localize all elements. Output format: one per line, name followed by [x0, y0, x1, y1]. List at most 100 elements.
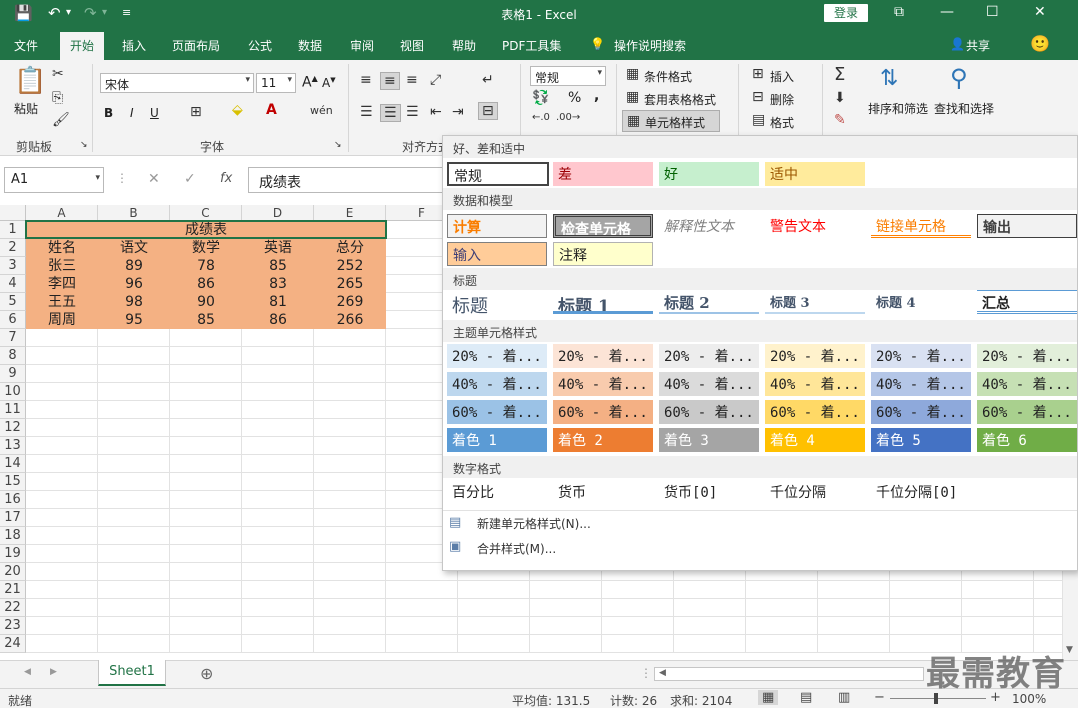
row-header[interactable]: 21	[0, 581, 26, 599]
style-comma-0[interactable]: 千位分隔[0]	[871, 480, 981, 504]
conditional-format-button[interactable]: 条件格式	[644, 68, 692, 85]
style-accent-4[interactable]: 着色 4	[765, 428, 865, 452]
style-comma[interactable]: 千位分隔	[765, 480, 865, 504]
style-60-accent-2[interactable]: 60% - 着...	[553, 400, 653, 424]
row-header[interactable]: 18	[0, 527, 26, 545]
style-20-accent-3[interactable]: 20% - 着...	[659, 344, 759, 368]
style-accent-5[interactable]: 着色 5	[871, 428, 971, 452]
percent-button[interactable]: %	[568, 90, 581, 106]
header-cell[interactable]: 数学	[170, 239, 242, 257]
phonetic-icon[interactable]: wén	[310, 104, 333, 117]
row-header[interactable]: 14	[0, 455, 26, 473]
horizontal-scrollbar[interactable]: ◀	[654, 667, 924, 681]
fill-color-icon[interactable]: ⬙	[232, 102, 243, 118]
style-40-accent-1[interactable]: 40% - 着...	[447, 372, 547, 396]
merge-styles-menuitem[interactable]: 合并样式(M)...	[477, 540, 556, 557]
style-output[interactable]: 输出	[977, 214, 1077, 238]
format-cells-button[interactable]: 格式	[770, 114, 794, 131]
tab-view[interactable]: 视图	[400, 37, 424, 54]
data-cell[interactable]: 266	[314, 311, 386, 329]
font-name-select[interactable]: 宋体 ▾	[100, 73, 254, 93]
style-good[interactable]: 好	[659, 162, 759, 186]
login-button[interactable]: 登录	[824, 4, 868, 22]
style-accent-1[interactable]: 着色 1	[447, 428, 547, 452]
style-40-accent-2[interactable]: 40% - 着...	[553, 372, 653, 396]
data-cell[interactable]: 81	[242, 293, 314, 311]
data-cell[interactable]: 85	[242, 257, 314, 275]
bold-button[interactable]: B	[104, 106, 113, 120]
row-header[interactable]: 24	[0, 635, 26, 653]
border-icon[interactable]: ⊞	[190, 104, 202, 120]
header-cell[interactable]: 姓名	[26, 239, 98, 257]
data-cell[interactable]: 95	[98, 311, 170, 329]
align-right-icon[interactable]: ☰	[406, 104, 419, 120]
magnifier-icon[interactable]: ⚲	[950, 64, 968, 92]
tab-help[interactable]: 帮助	[452, 37, 476, 54]
header-cell[interactable]: 总分	[314, 239, 386, 257]
next-sheet-icon[interactable]: ▶	[50, 667, 57, 677]
data-cell[interactable]: 85	[170, 311, 242, 329]
number-format-select[interactable]: 常规 ▾	[530, 66, 606, 86]
style-bad[interactable]: 差	[553, 162, 653, 186]
row-header[interactable]: 15	[0, 473, 26, 491]
enter-icon[interactable]: ✓	[184, 171, 196, 187]
cancel-icon[interactable]: ✕	[148, 171, 160, 187]
prev-sheet-icon[interactable]: ◀	[24, 667, 31, 677]
style-warning[interactable]: 警告文本	[765, 214, 865, 238]
tab-insert[interactable]: 插入	[122, 37, 146, 54]
zoom-out-icon[interactable]: −	[874, 690, 885, 705]
row-header[interactable]: 1	[0, 221, 26, 239]
paste-icon[interactable]: 📋	[14, 66, 46, 96]
data-cell[interactable]: 98	[98, 293, 170, 311]
style-total[interactable]: 汇总	[977, 290, 1077, 314]
style-heading-4[interactable]: 标题 4	[871, 290, 971, 314]
style-explanatory[interactable]: 解释性文本	[659, 214, 759, 238]
fill-icon[interactable]: ⬇	[834, 90, 846, 106]
style-heading-1[interactable]: 标题 1	[553, 290, 653, 314]
tab-review[interactable]: 审阅	[350, 37, 374, 54]
column-header[interactable]: A	[26, 205, 98, 221]
copy-icon[interactable]: ⎘	[52, 90, 63, 106]
align-middle-icon[interactable]: ≡	[380, 72, 400, 90]
style-check-cell[interactable]: 检查单元格	[553, 214, 653, 238]
orientation-icon[interactable]: ⤢	[430, 72, 441, 88]
tab-home[interactable]: 开始	[60, 32, 105, 60]
tab-splitter-icon[interactable]: ⋮	[640, 666, 652, 680]
tab-pdf-tools[interactable]: PDF工具集	[502, 37, 561, 54]
sheet-tab-sheet1[interactable]: Sheet1	[98, 660, 166, 686]
row-header[interactable]: 2	[0, 239, 26, 257]
page-layout-view-icon[interactable]: ▤	[800, 690, 812, 705]
row-header[interactable]: 5	[0, 293, 26, 311]
tab-file[interactable]: 文件	[14, 37, 38, 54]
align-left-icon[interactable]: ☰	[360, 104, 373, 120]
data-cell[interactable]: 周周	[26, 311, 98, 329]
insert-cells-button[interactable]: 插入	[770, 68, 794, 85]
style-currency[interactable]: 货币	[553, 480, 653, 504]
decrease-indent-icon[interactable]: ⇤	[430, 104, 442, 120]
style-title[interactable]: 标题	[447, 290, 547, 314]
sort-filter-button[interactable]: 排序和筛选	[868, 100, 928, 117]
style-note[interactable]: 注释	[553, 242, 653, 266]
align-center-icon[interactable]: ☰	[380, 104, 401, 122]
style-heading-3[interactable]: 标题 3	[765, 290, 865, 314]
data-cell[interactable]: 83	[242, 275, 314, 293]
tab-data[interactable]: 数据	[298, 37, 322, 54]
style-40-accent-3[interactable]: 40% - 着...	[659, 372, 759, 396]
share-button[interactable]: 共享	[966, 37, 990, 54]
tell-me-search[interactable]: 操作说明搜索	[614, 37, 686, 54]
shrink-font-icon[interactable]: A▼	[322, 76, 336, 90]
cut-icon[interactable]: ✂	[52, 66, 64, 82]
wrap-text-icon[interactable]: ↵	[482, 72, 494, 88]
style-20-accent-1[interactable]: 20% - 着...	[447, 344, 547, 368]
scroll-left-icon[interactable]: ◀	[659, 668, 666, 678]
row-header[interactable]: 10	[0, 383, 26, 401]
merge-center-icon[interactable]: ⊟	[478, 102, 498, 120]
row-header[interactable]: 11	[0, 401, 26, 419]
row-header[interactable]: 9	[0, 365, 26, 383]
tab-page-layout[interactable]: 页面布局	[172, 37, 220, 54]
accounting-format-icon[interactable]: 💱	[532, 90, 549, 106]
italic-button[interactable]: I	[130, 106, 134, 120]
style-heading-2[interactable]: 标题 2	[659, 290, 759, 314]
table-format-button[interactable]: 套用表格格式	[644, 91, 716, 108]
row-header[interactable]: 7	[0, 329, 26, 347]
